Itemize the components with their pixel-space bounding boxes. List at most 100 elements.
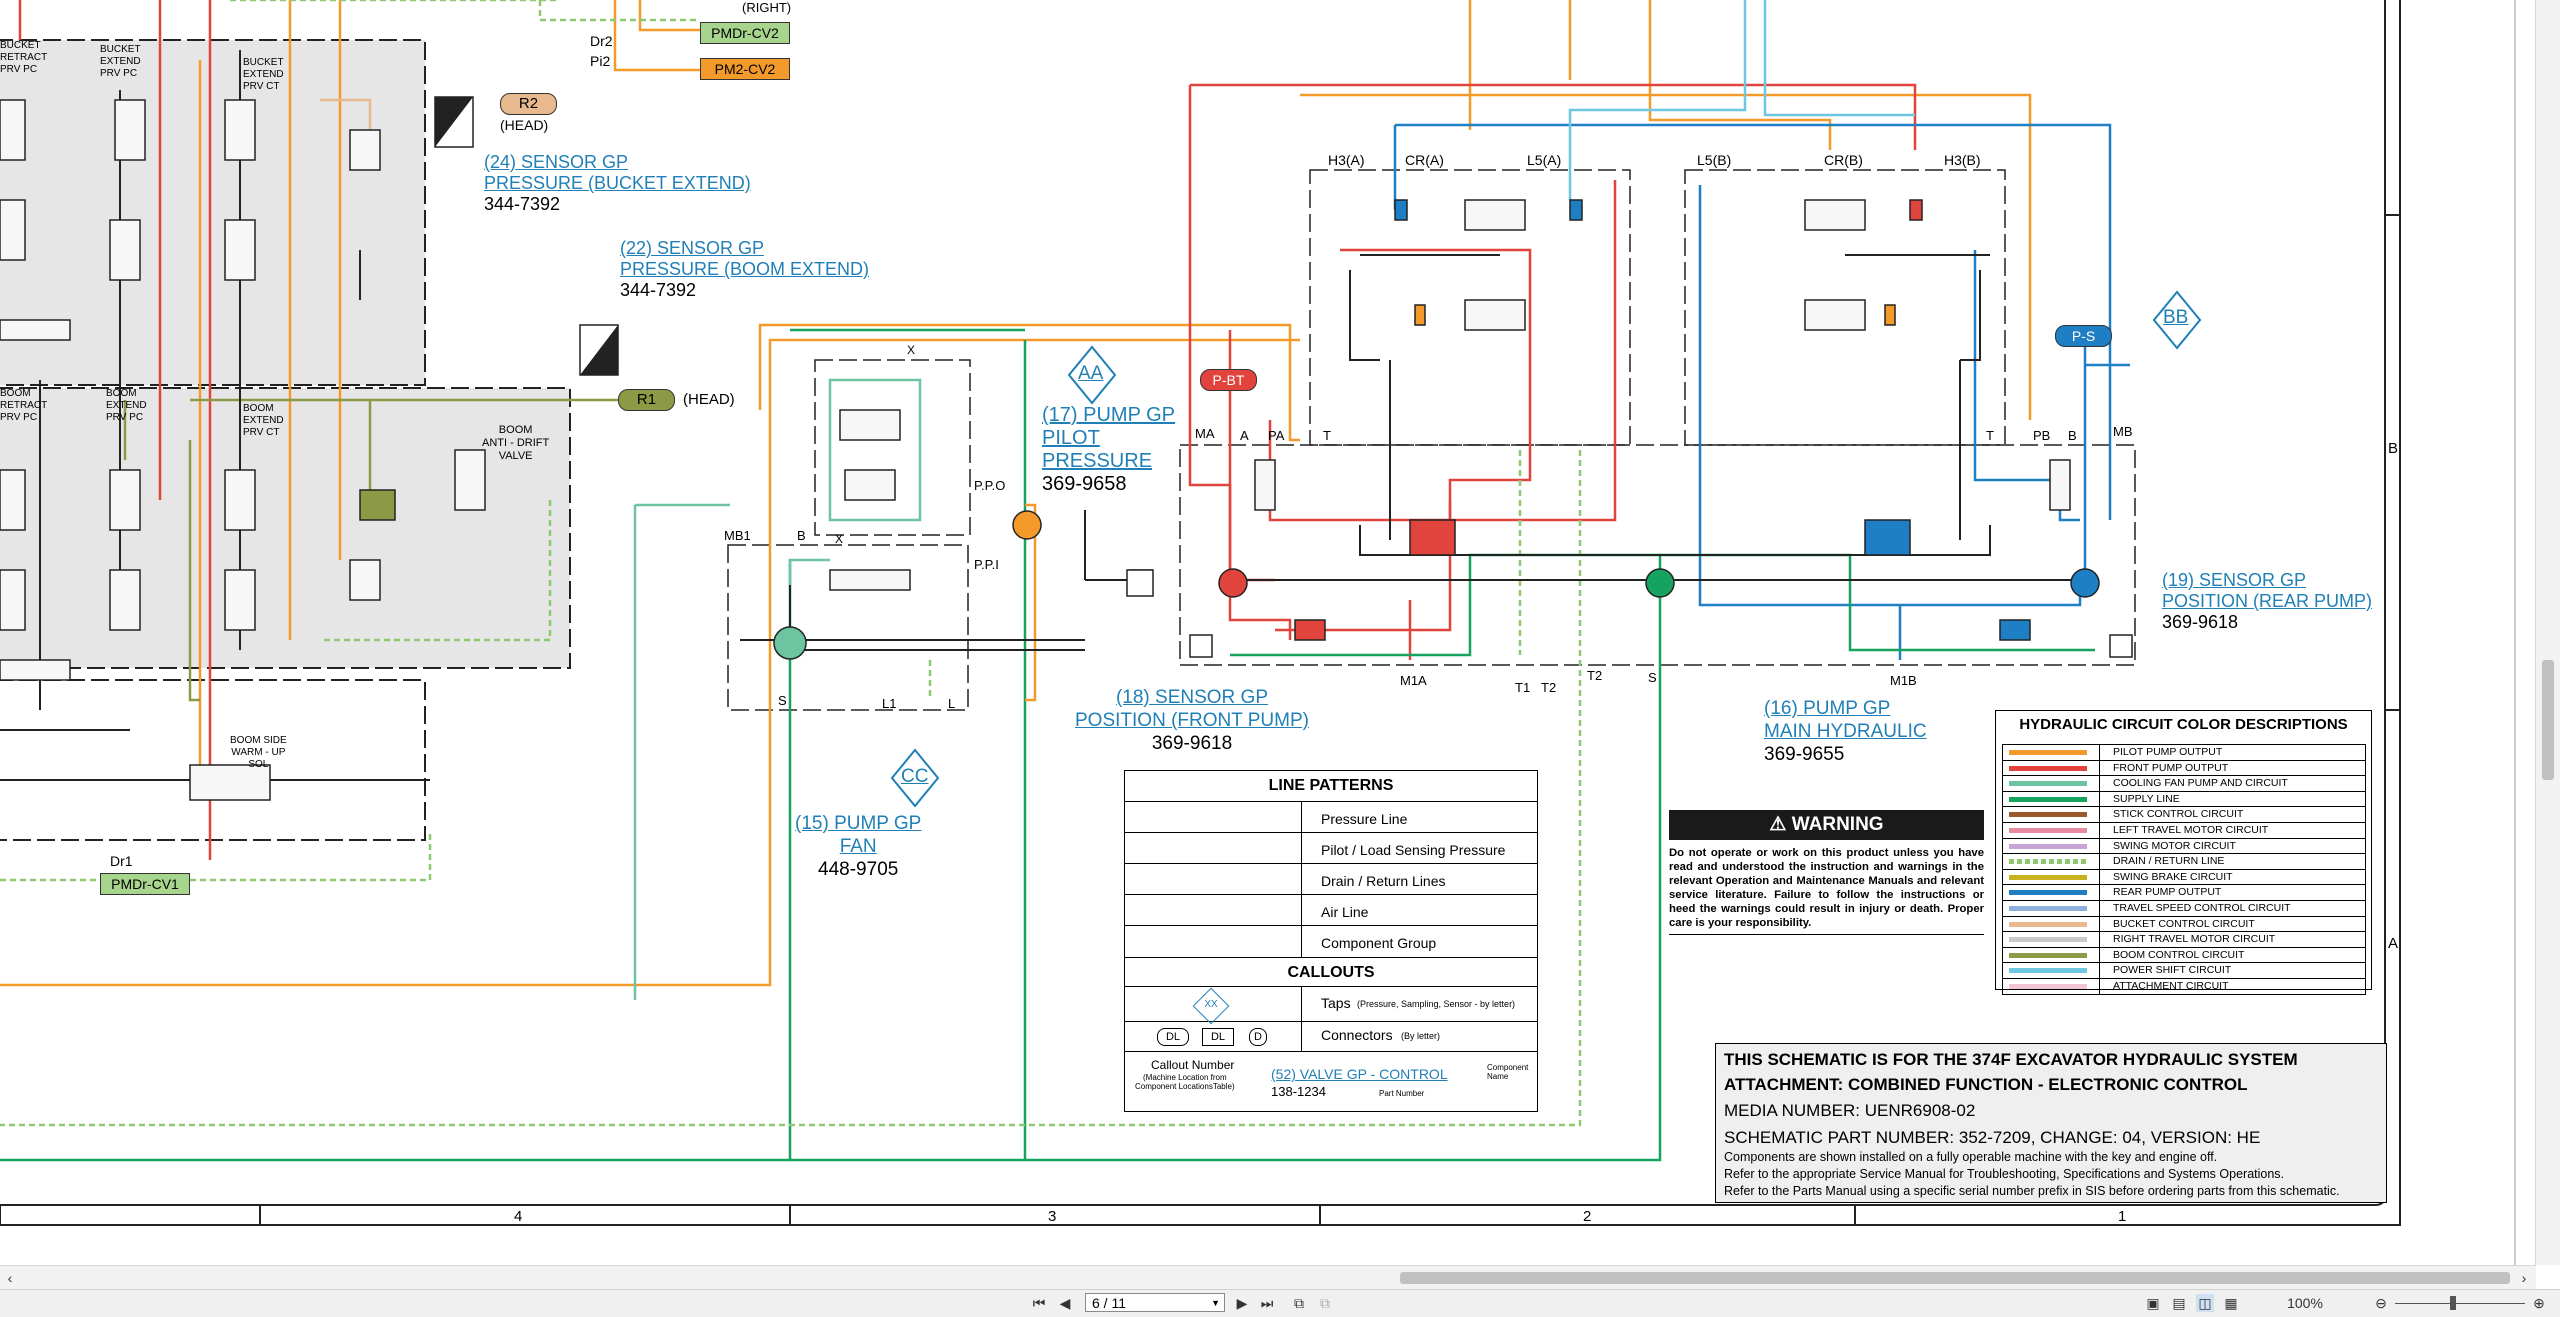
port-ppo: P.P.O (974, 478, 1006, 493)
color-legend-swatch (2009, 827, 2087, 833)
port-l: L (948, 696, 956, 711)
tap-example-letter: XX (1204, 999, 1218, 1010)
tag-r1[interactable]: R1 (618, 389, 675, 411)
color-legend-item: TRAVEL SPEED CONTROL CIRCUIT (2003, 899, 2365, 916)
color-legend-item: STICK CONTROL CIRCUIT (2003, 806, 2365, 822)
color-legend-item: FRONT PUMP OUTPUT (2003, 759, 2365, 776)
scroll-right-icon[interactable]: › (2518, 1269, 2530, 1287)
callout-15[interactable]: (15) PUMP GP FAN 448-9705 (795, 812, 921, 881)
color-legend-item: SWING MOTOR CIRCUIT (2003, 837, 2365, 854)
sheet-column-3: 3 (1048, 1208, 1057, 1225)
tag-p-s[interactable]: P-S (2055, 325, 2112, 347)
callout-16[interactable]: (16) PUMP GP MAIN HYDRAULIC 369-9655 (1764, 697, 1927, 766)
title-note3: Refer to the Parts Manual using a specif… (1724, 1184, 2340, 1198)
port-h3a: H3(A) (1328, 152, 1365, 168)
callout-18[interactable]: (18) SENSOR GP POSITION (FRONT PUMP) 369… (1075, 686, 1309, 755)
port-mb: MB (2113, 424, 2133, 439)
callout-24[interactable]: (24) SENSOR GP PRESSURE (BUCKET EXTEND) … (484, 152, 751, 215)
previous-page-icon[interactable]: ◀ (1056, 1294, 1074, 1312)
zoom-out-icon[interactable]: ⊖ (2372, 1294, 2390, 1312)
callout-22[interactable]: (22) SENSOR GP PRESSURE (BOOM EXTEND) 34… (620, 238, 869, 301)
next-page-icon[interactable]: ▶ (1233, 1294, 1251, 1312)
color-legend-swatch (2009, 859, 2087, 865)
continuous-facing-view-icon[interactable]: ▦ (2222, 1294, 2240, 1312)
port-pa: PA (1268, 428, 1285, 443)
zoom-level[interactable]: 100% (2285, 1294, 2325, 1312)
page-dropdown-icon[interactable]: ▼ (1211, 1294, 1220, 1313)
first-page-icon[interactable]: ⏮ (1030, 1294, 1048, 1312)
color-legend-swatch (2009, 874, 2087, 880)
previous-view-icon[interactable]: ⧉ (1290, 1294, 1308, 1312)
title-block: THIS SCHEMATIC IS FOR THE 374F EXCAVATOR… (1715, 1043, 2387, 1203)
port-dr2: Dr2 (590, 33, 613, 49)
port-t-right: T (1986, 428, 1994, 443)
warning-header: ⚠ WARNING (1669, 810, 1984, 840)
warning-icon: ⚠ (1769, 814, 1787, 835)
color-legend-item: ATTACHMENT CIRCUIT (2003, 977, 2365, 994)
color-legend-swatch (2009, 921, 2087, 927)
callout-18-name[interactable]: (18) SENSOR GP POSITION (FRONT PUMP) (1075, 686, 1309, 732)
horizontal-scrollbar[interactable]: ‹ › (0, 1265, 2536, 1290)
title-note1: Components are shown installed on a full… (1724, 1150, 2218, 1164)
document-viewport[interactable]: 4 3 2 1 B A (24) SENSOR GP PRESSURE (BUC… (0, 0, 2536, 1265)
callout-16-name[interactable]: (16) PUMP GP MAIN HYDRAULIC (1764, 697, 1927, 743)
callout-24-name[interactable]: (24) SENSOR GP PRESSURE (BUCKET EXTEND) (484, 152, 751, 194)
color-legend-label: FRONT PUMP OUTPUT (2113, 761, 2229, 774)
sheet-row-a: A (2388, 935, 2399, 952)
color-legend-item: SUPPLY LINE (2003, 790, 2365, 807)
tap-cc[interactable]: CC (901, 766, 928, 788)
vertical-scroll-thumb[interactable] (2542, 660, 2554, 780)
connector-example-dl-round: DL (1157, 1028, 1189, 1046)
line-pattern-pressure: Pressure Line (1321, 811, 1408, 827)
color-legend-label: COOLING FAN PUMP AND CIRCUIT (2113, 777, 2288, 790)
callout-19[interactable]: (19) SENSOR GP POSITION (REAR PUMP) 369-… (2162, 570, 2372, 633)
color-legend-label: RIGHT TRAVEL MOTOR CIRCUIT (2113, 933, 2276, 946)
port-t1: T1 (1515, 680, 1531, 695)
color-legend-item: RIGHT TRAVEL MOTOR CIRCUIT (2003, 931, 2365, 947)
callout-19-name[interactable]: (19) SENSOR GP POSITION (REAR PUMP) (2162, 570, 2372, 612)
connectors-note: (By letter) (1401, 1031, 1441, 1041)
zoom-slider[interactable] (2395, 1303, 2525, 1304)
continuous-view-icon[interactable]: ▤ (2170, 1294, 2188, 1312)
color-legend-label: ATTACHMENT CIRCUIT (2113, 979, 2229, 992)
tag-pmdr-cv2[interactable]: PMDr-CV2 (700, 22, 790, 44)
color-legend-label: DRAIN / RETURN LINE (2113, 855, 2225, 868)
example-callout[interactable]: (52) VALVE GP - CONTROL (1271, 1066, 1448, 1082)
tag-p-bt[interactable]: P-BT (1200, 369, 1257, 391)
facing-view-icon[interactable]: ◫ (2196, 1294, 2214, 1312)
tag-pmdr-cv1[interactable]: PMDr-CV1 (100, 873, 190, 895)
page-number-input[interactable]: 6 / 11 ▼ (1085, 1293, 1225, 1312)
line-pattern-pilot: Pilot / Load Sensing Pressure (1321, 842, 1506, 858)
color-legend-label: BUCKET CONTROL CIRCUIT (2113, 917, 2255, 930)
color-legend-label: LEFT TRAVEL MOTOR CIRCUIT (2113, 823, 2269, 836)
line-patterns-legend: LINE PATTERNS Pressure Line Pilot / Load… (1124, 770, 1538, 1112)
callout-17-name[interactable]: (17) PUMP GP PILOT PRESSURE (1042, 404, 1175, 473)
port-b: B (2068, 428, 2077, 443)
vertical-scrollbar[interactable] (2535, 0, 2560, 1265)
zoom-slider-handle[interactable] (2450, 1296, 2456, 1310)
scroll-left-icon[interactable]: ‹ (4, 1269, 16, 1287)
color-legend-item: REAR PUMP OUTPUT (2003, 884, 2365, 900)
color-legend-label: SWING BRAKE CIRCUIT (2113, 870, 2233, 883)
port-t-left: T (1323, 428, 1331, 443)
tap-aa[interactable]: AA (1078, 363, 1103, 385)
horizontal-scroll-thumb[interactable] (1400, 1272, 2510, 1284)
zoom-in-icon[interactable]: ⊕ (2530, 1294, 2548, 1312)
color-legend-item: POWER SHIFT CIRCUIT (2003, 962, 2365, 978)
color-legend-item: SWING BRAKE CIRCUIT (2003, 868, 2365, 885)
tap-bb[interactable]: BB (2163, 307, 2188, 329)
color-legend-label: SWING MOTOR CIRCUIT (2113, 839, 2236, 852)
callout-22-name[interactable]: (22) SENSOR GP PRESSURE (BOOM EXTEND) (620, 238, 869, 280)
tag-pm2-cv2[interactable]: PM2-CV2 (700, 58, 790, 80)
single-page-view-icon[interactable]: ▣ (2144, 1294, 2162, 1312)
warning-text: Do not operate or work on this product u… (1669, 847, 1984, 929)
last-page-icon[interactable]: ⏭ (1258, 1294, 1276, 1312)
callout-15-name[interactable]: (15) PUMP GP FAN (795, 812, 921, 858)
tag-r2-head: (HEAD) (500, 117, 549, 133)
callout-17[interactable]: (17) PUMP GP PILOT PRESSURE 369-9658 (1042, 404, 1175, 496)
color-legend-swatch (2009, 937, 2087, 943)
next-view-icon[interactable]: ⧉ (1316, 1294, 1334, 1312)
tag-r2[interactable]: R2 (500, 93, 557, 115)
connector-example-dl-square: DL (1202, 1028, 1234, 1046)
port-a: A (1240, 428, 1249, 443)
